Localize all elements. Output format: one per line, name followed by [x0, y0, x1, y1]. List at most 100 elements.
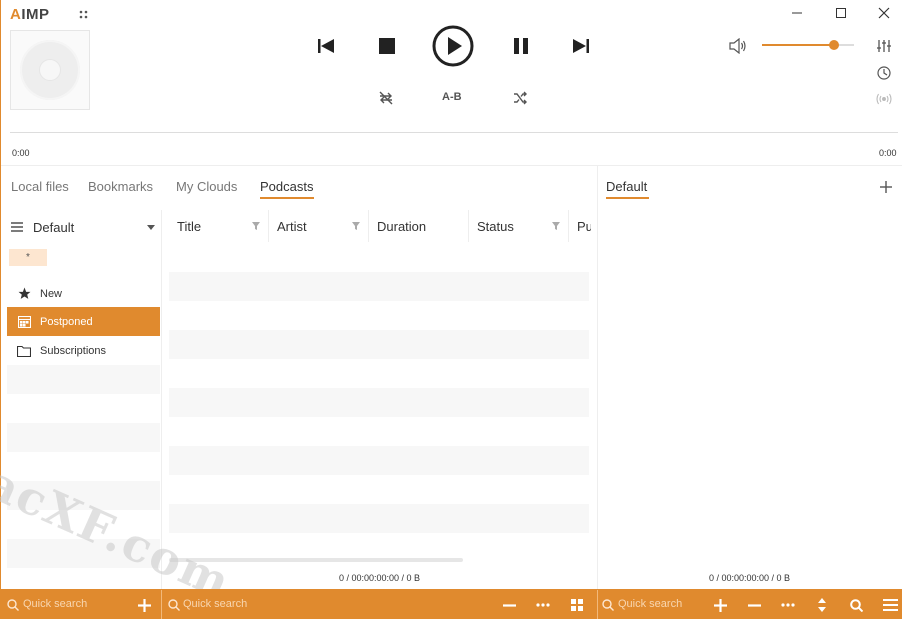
- tree-item-postponed[interactable]: Postponed: [7, 307, 160, 336]
- tree-item-label: Postponed: [40, 315, 93, 328]
- radio-button[interactable]: [875, 90, 893, 108]
- quick-search-input[interactable]: Quick search: [183, 598, 247, 610]
- plus-icon: [713, 598, 727, 612]
- equalizer-button[interactable]: [875, 37, 893, 55]
- aimp-window: AIMP A-B 0:00 0:00 Local files Bookmarks…: [0, 0, 902, 619]
- divider: [1, 165, 902, 166]
- search-icon: [849, 598, 863, 612]
- hamburger-icon[interactable]: [11, 222, 23, 232]
- plus-icon: [137, 598, 151, 612]
- shuffle-icon: [514, 91, 527, 105]
- column-separator[interactable]: [268, 210, 269, 242]
- close-button[interactable]: [872, 4, 896, 22]
- previous-icon: [318, 39, 334, 53]
- maximize-button[interactable]: [829, 4, 853, 22]
- playlist-menu-button[interactable]: [881, 596, 899, 614]
- filter-chip[interactable]: *: [9, 249, 47, 266]
- playlist-tab-indicator: [606, 197, 649, 199]
- quick-search-input[interactable]: Quick search: [23, 598, 87, 610]
- search-icon: [602, 599, 614, 611]
- tab-playlist-default[interactable]: Default: [606, 179, 647, 194]
- playlist-summary: 0 / 00:00:00:00 / 0 B: [709, 573, 791, 583]
- filter-icon[interactable]: [252, 222, 260, 230]
- column-separator[interactable]: [368, 210, 369, 242]
- sort-icon: [818, 598, 826, 612]
- chevron-down-icon[interactable]: [147, 225, 155, 230]
- plus-icon: [880, 181, 892, 193]
- active-tab-indicator: [260, 197, 314, 199]
- search-icon: [7, 599, 19, 611]
- add-files-button[interactable]: [711, 596, 729, 614]
- minimize-button[interactable]: [785, 4, 809, 22]
- tree-item-label: Subscriptions: [40, 344, 107, 357]
- toolbar-separator: [161, 590, 162, 619]
- tab-podcasts[interactable]: Podcasts: [260, 179, 313, 194]
- more-dots-icon: [536, 603, 550, 607]
- previous-button[interactable]: [315, 36, 337, 56]
- seek-bar[interactable]: [10, 132, 898, 133]
- more-dots-icon: [781, 603, 795, 607]
- play-button[interactable]: [432, 25, 474, 67]
- equalizer-icon: [877, 40, 891, 52]
- add-playlist-button[interactable]: [877, 178, 895, 196]
- tree-row-empty: [7, 365, 160, 394]
- stop-icon: [379, 38, 395, 54]
- ab-repeat-button[interactable]: A-B: [442, 91, 462, 103]
- table-row-empty: [169, 504, 589, 533]
- table-row-empty: [169, 330, 589, 359]
- tab-bookmarks[interactable]: Bookmarks: [88, 179, 153, 194]
- column-separator[interactable]: [568, 210, 569, 242]
- tab-my-clouds[interactable]: My Clouds: [176, 179, 237, 194]
- column-duration[interactable]: Duration: [377, 219, 426, 234]
- hamburger-icon: [882, 599, 898, 611]
- table-summary: 0 / 00:00:00:00 / 0 B: [339, 573, 421, 583]
- remove-files-button[interactable]: [745, 596, 763, 614]
- minus-icon: [747, 603, 761, 607]
- menu-dots-icon[interactable]: [79, 10, 89, 20]
- column-artist[interactable]: Artist: [277, 219, 307, 234]
- app-logo: AIMP: [10, 6, 50, 23]
- tree-row-empty: [7, 423, 160, 452]
- tree-item-subscriptions[interactable]: Subscriptions: [7, 336, 160, 365]
- view-mode-button[interactable]: [568, 596, 586, 614]
- next-icon: [573, 39, 589, 53]
- repeat-button[interactable]: [377, 89, 395, 107]
- volume-knob[interactable]: [828, 40, 839, 50]
- next-button[interactable]: [570, 36, 592, 56]
- table-row-empty: [169, 388, 589, 417]
- toolbar-separator: [597, 590, 598, 619]
- speaker-icon: [729, 38, 746, 54]
- table-row-empty: [169, 272, 589, 301]
- play-icon: [432, 25, 474, 67]
- grid-icon: [571, 599, 583, 611]
- column-separator[interactable]: [468, 210, 469, 242]
- search-icon: [168, 599, 180, 611]
- filter-icon[interactable]: [552, 222, 560, 230]
- tab-local-files[interactable]: Local files: [11, 179, 69, 194]
- column-status[interactable]: Status: [477, 219, 514, 234]
- sort-button[interactable]: [813, 596, 831, 614]
- add-button[interactable]: [135, 596, 153, 614]
- calendar-icon: [17, 315, 31, 328]
- album-cover: [10, 30, 90, 110]
- playlist-more-button[interactable]: [779, 596, 797, 614]
- stop-button[interactable]: [376, 36, 398, 56]
- tree-item-new[interactable]: New: [7, 279, 160, 308]
- podcast-group-select[interactable]: Default: [33, 220, 74, 235]
- volume-fill: [762, 44, 834, 46]
- remove-button[interactable]: [500, 596, 518, 614]
- broadcast-icon: [876, 93, 892, 105]
- pause-button[interactable]: [510, 36, 532, 56]
- find-button[interactable]: [847, 596, 865, 614]
- more-button[interactable]: [534, 596, 552, 614]
- volume-button[interactable]: [727, 36, 749, 56]
- column-title[interactable]: Title: [177, 219, 201, 234]
- filter-icon[interactable]: [352, 222, 360, 230]
- tree-item-label: New: [40, 287, 63, 300]
- clock-icon: [877, 66, 891, 80]
- column-published[interactable]: Pu: [577, 219, 591, 234]
- quick-search-input[interactable]: Quick search: [618, 598, 682, 610]
- shuffle-button[interactable]: [511, 89, 529, 107]
- elapsed-time: 0:00: [12, 148, 30, 158]
- scheduler-button[interactable]: [875, 64, 893, 82]
